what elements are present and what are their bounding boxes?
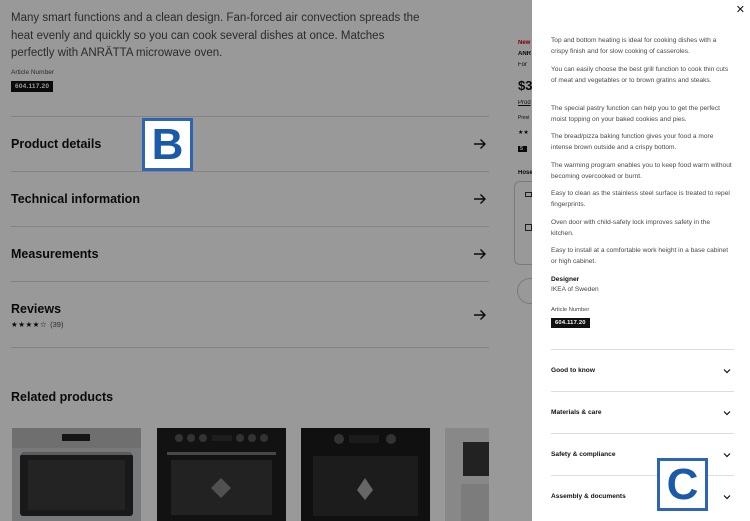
chevron-down-icon	[723, 495, 731, 500]
panel-paragraph: The warming program enables you to keep …	[551, 162, 732, 180]
section-label: Good to know	[551, 367, 595, 374]
section-materials-care[interactable]: Materials & care	[551, 391, 734, 433]
chevron-down-icon	[723, 369, 731, 374]
panel-paragraph: The bread/pizza baking function gives yo…	[551, 133, 714, 151]
panel-paragraph: Easy to install at a comfortable work he…	[551, 247, 729, 265]
designer-label: Designer	[551, 276, 580, 283]
chevron-down-icon	[723, 453, 731, 458]
designer-value: IKEA of Sweden	[551, 286, 599, 293]
panel-paragraph: Top and bottom heating is ideal for cook…	[551, 37, 717, 55]
panel-article-number-label: Article Number	[551, 307, 590, 313]
marker-c-letter: C	[666, 459, 699, 509]
marker-b-letter: B	[151, 119, 184, 169]
panel-article-number-badge: 604.117.20	[551, 318, 590, 328]
section-label: Materials & care	[551, 409, 602, 416]
modal-scrim[interactable]	[0, 0, 532, 521]
section-label: Assembly & documents	[551, 493, 626, 500]
product-details-panel: ✕ Top and bottom heating is ideal for co…	[532, 0, 750, 521]
marker-b: B	[142, 118, 193, 171]
panel-paragraph: You can easily choose the best grill fun…	[551, 66, 729, 84]
close-icon[interactable]: ✕	[736, 5, 745, 16]
chevron-down-icon	[723, 411, 731, 416]
section-label: Safety & compliance	[551, 451, 616, 458]
marker-c: C	[657, 458, 708, 511]
panel-paragraph: Oven door with child-safety lock improve…	[551, 219, 711, 237]
panel-paragraph: Easy to clean as the stainless steel sur…	[551, 190, 730, 208]
section-good-to-know[interactable]: Good to know	[551, 349, 734, 391]
panel-paragraph: The special pastry function can help you…	[551, 105, 720, 123]
